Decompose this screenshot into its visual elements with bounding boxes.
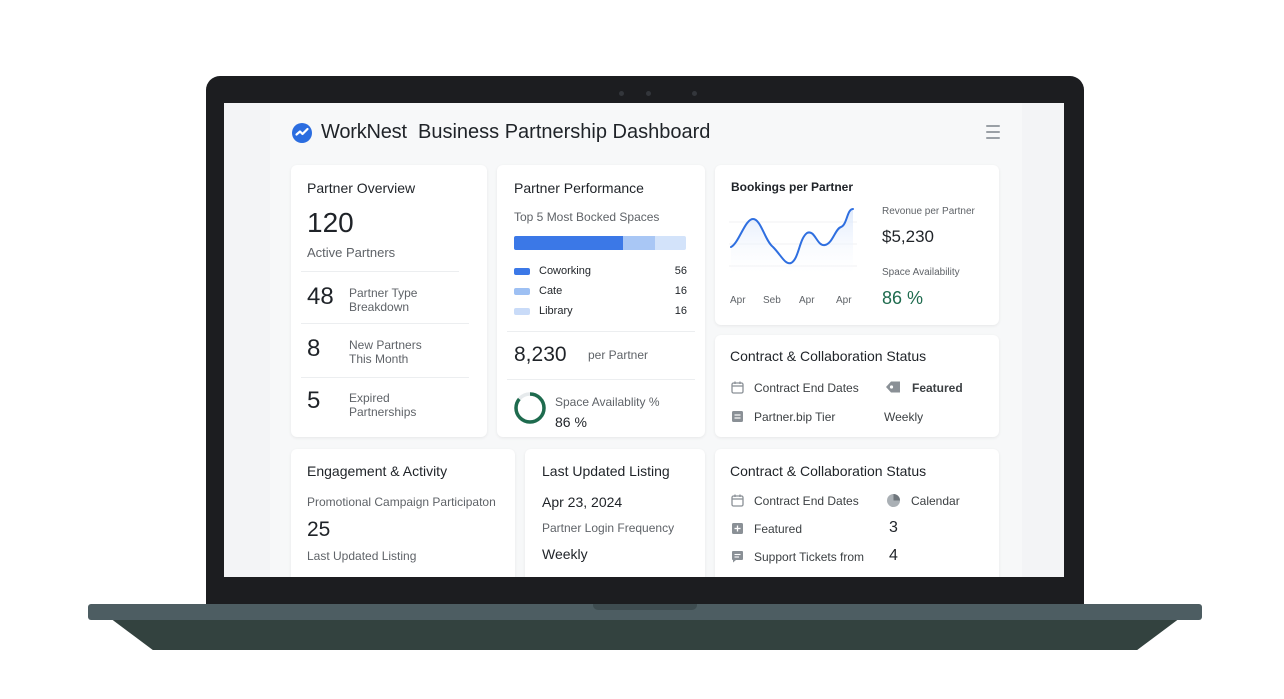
list-icon <box>732 411 743 422</box>
divider <box>507 379 695 380</box>
frequency-label: Weekly <box>884 410 924 424</box>
calendar-icon <box>731 494 744 507</box>
new-partners-label: New Partners This Month <box>349 338 422 366</box>
tag-icon <box>886 381 900 393</box>
booked-spaces-stacked-bar <box>514 236 686 250</box>
featured-label[interactable]: Featured <box>912 381 963 395</box>
x-tick-label: Apr <box>836 295 852 306</box>
legend-label: Cate <box>539 285 563 297</box>
support-tickets-count: 4 <box>889 547 898 564</box>
new-partners-value: 8 <box>307 335 321 362</box>
active-partners-count: 120 <box>307 207 354 238</box>
x-tick-label: Apr <box>799 295 815 306</box>
partner-type-label: Partner Type Breakdown <box>349 286 418 314</box>
calendar-icon <box>731 381 744 394</box>
listing-label: Last Updated Listing <box>307 549 417 563</box>
legend-value: 16 <box>674 285 687 297</box>
campaign-value: 25 <box>307 518 331 541</box>
x-tick-label: Seb <box>763 295 781 306</box>
legend-label: Library <box>539 305 573 317</box>
card-title: Partner Performance <box>514 180 644 196</box>
worknest-logo-icon <box>292 123 312 143</box>
partner-overview-card: Partner Overview 120 Active Partners 48 … <box>291 165 487 437</box>
bookings-unit: per Partner <box>588 348 649 362</box>
legend-swatch-cate <box>514 288 530 295</box>
lid-notch <box>593 604 697 610</box>
sensor-dot <box>692 91 697 96</box>
featured-count: 3 <box>889 519 898 536</box>
active-partners-label: Active Partners <box>307 245 396 260</box>
partner-performance-card: Partner Performance Top 5 Most Bocked Sp… <box>497 165 705 437</box>
card-title: Bookings per Partner <box>731 180 854 194</box>
stacked-bar-segment-cate <box>623 236 655 250</box>
legend-label: Coworking <box>539 265 591 277</box>
base-underside <box>110 618 1180 650</box>
legend-value: 56 <box>674 265 687 277</box>
divider <box>301 323 469 324</box>
chat-icon <box>732 551 743 563</box>
pie-icon <box>887 494 900 507</box>
contract-end-dates[interactable]: Contract End Dates <box>754 494 859 508</box>
card-title: Contract & Collaboration Status <box>730 348 927 364</box>
last-updated-card: Last Updated Listing Apr 23, 2024 Partne… <box>525 449 705 577</box>
sensor-dot <box>619 91 624 96</box>
last-updated-date: Apr 23, 2024 <box>542 494 623 510</box>
laptop-screen: WorkNest Business Partnership Dashboard … <box>224 103 1064 577</box>
legend-swatch-coworking <box>514 268 530 275</box>
availability-ring <box>514 392 546 424</box>
card-title: Contract & Collaboration Status <box>730 463 927 479</box>
card-title: Engagement & Activity <box>307 463 448 479</box>
calendar-label[interactable]: Calendar <box>911 494 960 508</box>
stacked-bar-segment-library <box>654 236 686 250</box>
login-frequency-value: Weekly <box>542 546 588 562</box>
expired-value: 5 <box>307 387 321 414</box>
divider <box>301 271 459 272</box>
webcam <box>646 91 651 96</box>
availability-label: Space Availablity % <box>555 395 660 409</box>
dashboard: WorkNest Business Partnership Dashboard … <box>270 103 1022 577</box>
brand-name: WorkNest <box>321 121 407 143</box>
bookings-value: 8,230 <box>514 343 567 366</box>
availability-value: 86 % <box>555 414 587 430</box>
bookings-per-partner-card: Bookings per Partner Apr Seb Apr Apr Rev… <box>715 165 999 325</box>
partnership-tier[interactable]: Partner.bip Tier <box>754 410 835 424</box>
contract-status-card: Contract & Collaboration Status Contract… <box>715 335 999 437</box>
engagement-card: Engagement & Activity Promotional Campai… <box>291 449 515 577</box>
divider <box>301 377 469 378</box>
dashboard-header: WorkNest Business Partnership Dashboard <box>270 103 1022 159</box>
login-frequency-label: Partner Login Frequency <box>542 521 675 535</box>
card-title: Last Updated Listing <box>542 463 670 479</box>
availability-value: 86 % <box>882 288 924 308</box>
bookings-line-chart <box>729 208 857 279</box>
x-tick-label: Apr <box>730 295 746 306</box>
partner-type-value: 48 <box>307 283 334 310</box>
stacked-bar-segment-coworking <box>514 236 624 250</box>
legend-swatch-library <box>514 308 530 315</box>
divider <box>507 331 695 332</box>
featured-label[interactable]: Featured <box>754 522 802 536</box>
plus-box-icon <box>732 523 743 534</box>
laptop-base <box>88 604 1202 664</box>
revenue-value: $5,230 <box>882 227 934 246</box>
availability-label: Space Availability <box>882 267 960 278</box>
hamburger-menu-icon[interactable] <box>986 125 1000 143</box>
contract-end-dates[interactable]: Contract End Dates <box>754 381 859 395</box>
contract-status-card-2: Contract & Collaboration Status Contract… <box>715 449 999 577</box>
support-tickets-label[interactable]: Support Tickets from <box>754 550 864 564</box>
revenue-label: Revonue per Partner <box>882 206 975 217</box>
page-title: Business Partnership Dashboard <box>418 121 711 143</box>
expired-label: Expired Partnerships <box>349 391 417 419</box>
campaign-label: Promotional Campaign Participaton <box>307 495 496 509</box>
legend-value: 16 <box>674 305 687 317</box>
card-title: Partner Overview <box>307 180 416 196</box>
card-subtitle: Top 5 Most Bocked Spaces <box>514 210 660 224</box>
